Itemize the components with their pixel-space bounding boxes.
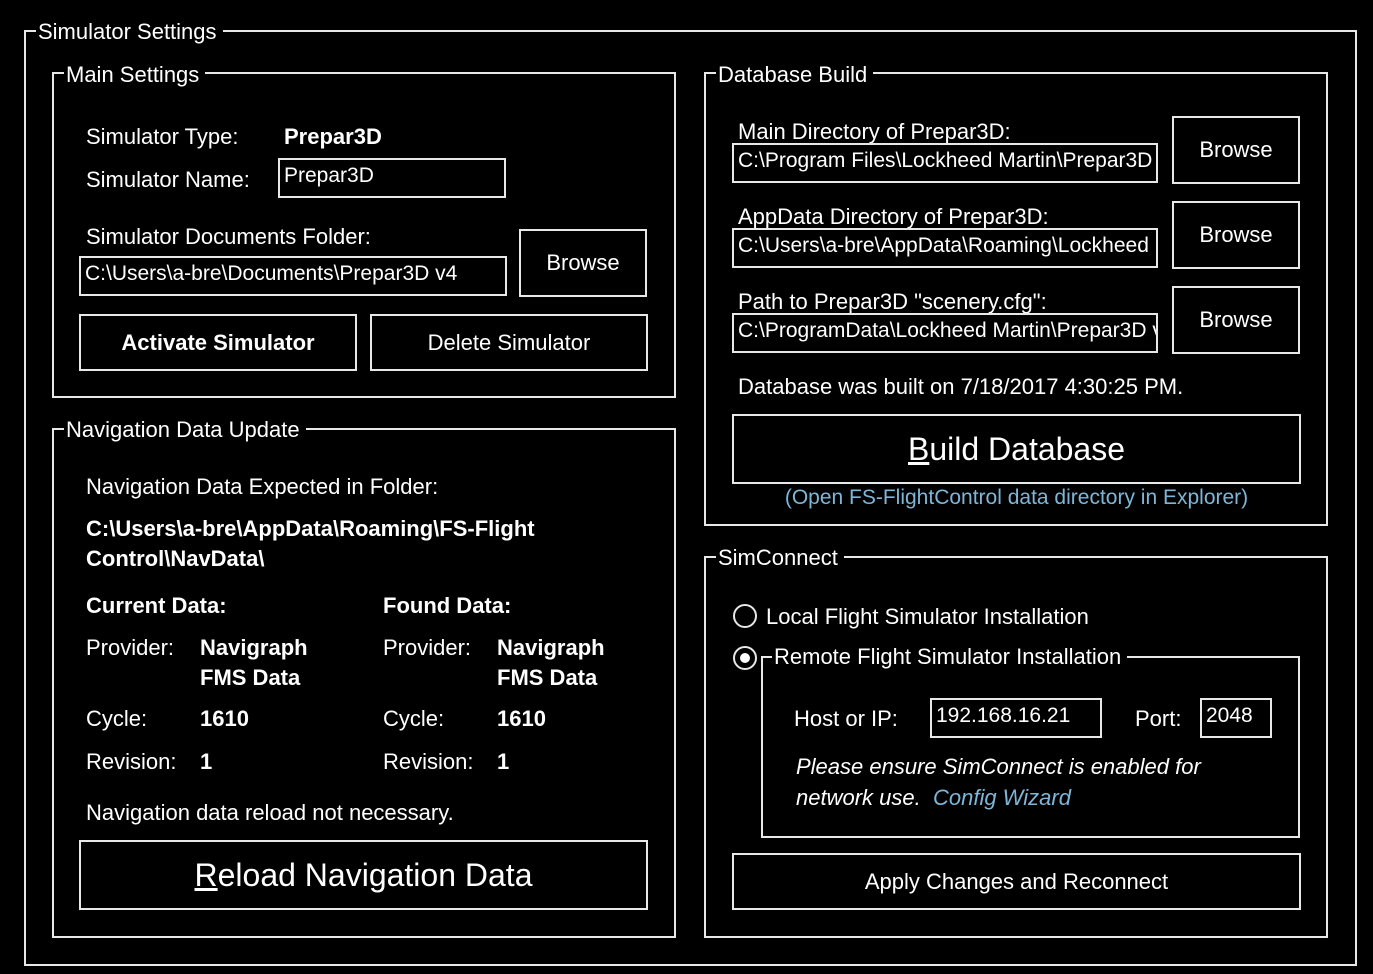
nav-data-path-line2: Control\NavData\ [86, 546, 265, 571]
current-provider-label: Provider: [86, 635, 175, 660]
simulator-type-label: Simulator Type: [86, 124, 239, 149]
current-provider-line2: FMS Data [200, 665, 301, 690]
found-provider-line1: Navigraph [497, 635, 605, 660]
nav-data-status: Navigation data reload not necessary. [86, 800, 454, 825]
scenery-cfg-label: Path to Prepar3D "scenery.cfg": [738, 289, 1047, 314]
found-revision-label: Revision: [383, 749, 474, 774]
nav-data-update-title: Navigation Data Update [64, 417, 306, 443]
current-revision-value: 1 [200, 749, 213, 774]
delete-simulator-button[interactable]: Delete Simulator [370, 314, 648, 371]
explorer-paren-open: ( [784, 486, 792, 509]
current-cycle-value: 1610 [200, 706, 249, 731]
explorer-paren-close: ) [1241, 486, 1249, 509]
current-revision-label: Revision: [86, 749, 177, 774]
scenery-cfg-browse-button[interactable]: Browse [1172, 286, 1300, 354]
simconnect-note-line2-row: network use. Config Wizard [796, 784, 1071, 812]
port-label: Port: [1135, 706, 1182, 731]
activate-simulator-button[interactable]: Activate Simulator [79, 314, 357, 371]
open-data-directory-link[interactable]: Open FS-FlightControl data directory in … [792, 486, 1241, 509]
local-install-label[interactable]: Local Flight Simulator Installation [766, 603, 1089, 631]
appdata-directory-input[interactable]: C:\Users\a-bre\AppData\Roaming\Lockheed … [732, 228, 1158, 268]
simconnect-note-line1: Please ensure SimConnect is enabled for [796, 754, 1201, 779]
simulator-name-input[interactable]: Prepar3D [278, 158, 506, 198]
found-cycle-label: Cycle: [383, 706, 445, 731]
current-cycle-label: Cycle: [86, 706, 148, 731]
main-settings-title: Main Settings [64, 62, 206, 88]
reload-label: eload Navigation Data [217, 856, 533, 893]
database-build-title: Database Build [716, 62, 874, 88]
database-built-status: Database was built on 7/18/2017 4:30:25 … [738, 374, 1184, 399]
documents-folder-browse-button[interactable]: Browse [519, 229, 647, 297]
config-wizard-link[interactable]: Config Wizard [933, 785, 1071, 810]
documents-folder-label: Simulator Documents Folder: [86, 224, 371, 249]
host-ip-input[interactable]: 192.168.16.21 [930, 698, 1102, 738]
nav-data-path-line1: C:\Users\a-bre\AppData\Roaming\FS-Flight [86, 516, 535, 541]
found-data-heading: Found Data: [383, 593, 512, 618]
simulator-type-value: Prepar3D [284, 124, 382, 149]
build-database-button[interactable]: Build Database [732, 414, 1301, 484]
remote-install-label[interactable]: Remote Flight Simulator Installation [772, 644, 1128, 670]
simconnect-title: SimConnect [716, 545, 844, 571]
documents-folder-input[interactable]: C:\Users\a-bre\Documents\Prepar3D v4 [79, 256, 507, 296]
port-input[interactable]: 2048 [1200, 698, 1272, 738]
remote-install-radio[interactable] [733, 646, 757, 670]
main-directory-browse-button[interactable]: Browse [1172, 116, 1300, 184]
host-ip-label: Host or IP: [794, 706, 898, 731]
main-directory-label: Main Directory of Prepar3D: [738, 119, 1011, 144]
found-provider-line2: FMS Data [497, 665, 598, 690]
found-cycle-value: 1610 [497, 706, 546, 731]
current-data-heading: Current Data: [86, 593, 227, 618]
appdata-directory-label: AppData Directory of Prepar3D: [738, 204, 1049, 229]
simulator-settings-title: Simulator Settings [36, 19, 223, 45]
reload-mnemonic: R [194, 856, 218, 893]
appdata-directory-browse-button[interactable]: Browse [1172, 201, 1300, 269]
main-directory-input[interactable]: C:\Program Files\Lockheed Martin\Prepar3… [732, 143, 1158, 183]
found-provider-label: Provider: [383, 635, 472, 660]
nav-data-expected-label: Navigation Data Expected in Folder: [86, 474, 439, 499]
explorer-link-row: (Open FS-FlightControl data directory in… [732, 484, 1301, 512]
build-label: uild Database [929, 430, 1126, 467]
local-install-radio[interactable] [733, 604, 757, 628]
current-provider-line1: Navigraph [200, 635, 308, 660]
reload-navigation-data-button[interactable]: Reload Navigation Data [79, 840, 648, 910]
scenery-cfg-input[interactable]: C:\ProgramData\Lockheed Martin\Prepar3D … [732, 313, 1158, 353]
apply-changes-reconnect-button[interactable]: Apply Changes and Reconnect [732, 853, 1301, 910]
simconnect-note-line2: network use. [796, 785, 921, 810]
simulator-name-label: Simulator Name: [86, 167, 250, 192]
build-mnemonic: B [907, 430, 930, 467]
radio-selected-dot [740, 653, 750, 663]
found-revision-value: 1 [497, 749, 510, 774]
